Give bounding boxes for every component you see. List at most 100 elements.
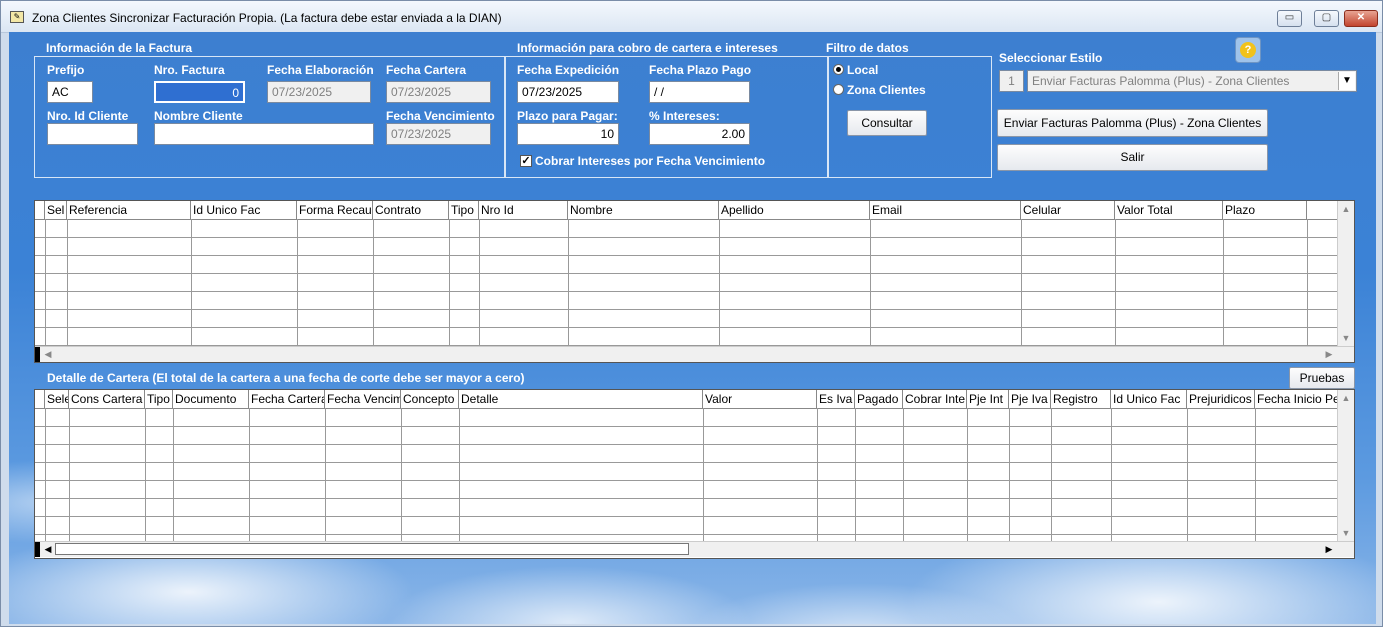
col-header[interactable]: Pagado bbox=[855, 390, 903, 408]
facturas-grid-hscroll[interactable]: ◀ ▶ bbox=[35, 346, 1354, 362]
col-header[interactable]: Cons Cartera bbox=[69, 390, 145, 408]
cobrar-intereses-checkbox[interactable]: ✓ bbox=[520, 155, 532, 167]
nro-factura-label: Nro. Factura bbox=[154, 63, 225, 77]
grid-row-selector-header bbox=[35, 390, 45, 408]
salir-button[interactable]: Salir bbox=[997, 144, 1268, 171]
scroll-up-icon[interactable]: ▲ bbox=[1339, 202, 1353, 216]
grid-line bbox=[1255, 408, 1256, 541]
col-header[interactable]: Es Iva bbox=[817, 390, 855, 408]
col-header[interactable]: Tipo bbox=[145, 390, 173, 408]
col-header[interactable]: Email bbox=[870, 201, 1021, 219]
col-header[interactable]: Referencia bbox=[67, 201, 191, 219]
col-header[interactable]: Fecha Vencim bbox=[325, 390, 401, 408]
scroll-right-icon[interactable]: ▶ bbox=[1322, 347, 1336, 361]
grid-line bbox=[69, 408, 70, 541]
col-header[interactable]: Contrato bbox=[373, 201, 449, 219]
cobrar-intereses-label: Cobrar Intereses por Fecha Vencimiento bbox=[535, 154, 766, 168]
col-header[interactable]: Nombre bbox=[568, 201, 719, 219]
col-header[interactable]: Prejuridicos bbox=[1187, 390, 1255, 408]
col-header[interactable]: Id Unico Fac bbox=[191, 201, 297, 219]
scroll-up-icon[interactable]: ▲ bbox=[1339, 391, 1353, 405]
scroll-thumb[interactable] bbox=[55, 543, 689, 555]
col-header[interactable]: Forma Recau bbox=[297, 201, 373, 219]
estilo-number: 1 bbox=[999, 70, 1024, 92]
col-header[interactable]: Documento bbox=[173, 390, 249, 408]
pruebas-button[interactable]: Pruebas bbox=[1289, 367, 1355, 389]
enviar-facturas-button[interactable]: Enviar Facturas Palomma (Plus) - Zona Cl… bbox=[997, 109, 1268, 137]
col-header[interactable]: Tipo bbox=[449, 201, 479, 219]
consultar-button[interactable]: Consultar bbox=[847, 110, 927, 136]
grid-line bbox=[1187, 408, 1188, 541]
cartera-grid[interactable]: Sele Cons Cartera Tipo Documento Fecha C… bbox=[34, 389, 1355, 559]
grid-line bbox=[35, 309, 1339, 310]
fecha-cartera-input[interactable]: 07/23/2025 bbox=[386, 81, 491, 103]
factura-section-title: Información de la Factura bbox=[46, 41, 193, 55]
prefijo-input[interactable]: AC bbox=[47, 81, 93, 103]
scroll-down-icon[interactable]: ▼ bbox=[1339, 526, 1353, 540]
help-button[interactable]: ? bbox=[1235, 37, 1261, 63]
col-header[interactable]: Celular bbox=[1021, 201, 1115, 219]
chevron-down-icon[interactable]: ▼ bbox=[1338, 72, 1355, 90]
title-bar[interactable]: ✎ Zona Clientes Sincronizar Facturación … bbox=[1, 1, 1382, 33]
grid-line bbox=[35, 327, 1339, 328]
col-header[interactable]: Plazo bbox=[1223, 201, 1307, 219]
prefijo-label: Prefijo bbox=[47, 63, 85, 77]
scroll-left-icon[interactable]: ◀ bbox=[41, 542, 55, 556]
fecha-plazo-input[interactable]: / / bbox=[649, 81, 750, 103]
col-header[interactable]: Valor Total bbox=[1115, 201, 1223, 219]
nro-id-cliente-input[interactable] bbox=[47, 123, 138, 145]
grid-line bbox=[35, 480, 1339, 481]
col-header[interactable]: Cobrar Inte bbox=[903, 390, 967, 408]
fecha-elaboracion-label: Fecha Elaboración bbox=[267, 63, 374, 77]
grid-line bbox=[35, 462, 1339, 463]
filtro-section-title: Filtro de datos bbox=[826, 41, 909, 55]
scroll-right-icon[interactable]: ▶ bbox=[1322, 542, 1336, 556]
col-header[interactable]: Fecha Cartera bbox=[249, 390, 325, 408]
nombre-cliente-label: Nombre Cliente bbox=[154, 109, 243, 123]
fecha-expedicion-input[interactable]: 07/23/2025 bbox=[517, 81, 619, 103]
facturas-grid[interactable]: Sel Referencia Id Unico Fac Forma Recau … bbox=[34, 200, 1355, 363]
client-area: Información de la Factura Prefijo AC Nro… bbox=[9, 32, 1376, 624]
nro-factura-input[interactable]: 0 bbox=[154, 81, 245, 103]
col-header[interactable]: Fecha Inicio Pe bbox=[1255, 390, 1339, 408]
grid-line bbox=[703, 408, 704, 541]
estilo-select[interactable]: Enviar Facturas Palomma (Plus) - Zona Cl… bbox=[1027, 70, 1357, 92]
scroll-thumb-marker bbox=[35, 542, 40, 557]
minimize-button[interactable]: ▭ bbox=[1277, 10, 1302, 27]
col-header[interactable]: Apellido bbox=[719, 201, 870, 219]
col-header[interactable]: Pje Iva bbox=[1009, 390, 1051, 408]
grid-line bbox=[967, 408, 968, 541]
facturas-grid-vscroll[interactable]: ▲ ▼ bbox=[1337, 201, 1354, 346]
app-icon: ✎ bbox=[10, 11, 24, 23]
close-button[interactable]: ✕ bbox=[1344, 10, 1378, 27]
scroll-down-icon[interactable]: ▼ bbox=[1339, 331, 1353, 345]
grid-line bbox=[35, 534, 1339, 535]
grid-line bbox=[35, 426, 1339, 427]
nro-id-cliente-label: Nro. Id Cliente bbox=[47, 109, 129, 123]
grid-line bbox=[249, 408, 250, 541]
col-header[interactable]: Id Unico Fac bbox=[1111, 390, 1187, 408]
col-header[interactable]: Nro Id bbox=[479, 201, 568, 219]
maximize-button[interactable]: ▢ bbox=[1314, 10, 1339, 27]
scroll-left-icon[interactable]: ◀ bbox=[41, 347, 55, 361]
fecha-vencimiento-input[interactable]: 07/23/2025 bbox=[386, 123, 491, 145]
nombre-cliente-input[interactable] bbox=[154, 123, 374, 145]
local-radio[interactable] bbox=[833, 64, 844, 75]
col-header[interactable]: Detalle bbox=[459, 390, 703, 408]
fecha-elaboracion-input[interactable]: 07/23/2025 bbox=[267, 81, 371, 103]
col-header[interactable]: Valor bbox=[703, 390, 817, 408]
fecha-expedicion-label: Fecha Expedición bbox=[517, 63, 620, 77]
col-header[interactable]: Pje Int bbox=[967, 390, 1009, 408]
intereses-input[interactable]: 2.00 bbox=[649, 123, 750, 145]
col-header[interactable]: Registro bbox=[1051, 390, 1111, 408]
cartera-grid-hscroll[interactable]: ◀ ▶ bbox=[35, 541, 1354, 557]
zona-clientes-radio[interactable] bbox=[833, 84, 844, 95]
col-header[interactable]: Sele bbox=[45, 390, 69, 408]
grid-line bbox=[401, 408, 402, 541]
local-radio-label: Local bbox=[847, 63, 879, 77]
col-header[interactable]: Sel bbox=[45, 201, 67, 219]
plazo-input[interactable]: 10 bbox=[517, 123, 619, 145]
grid-line bbox=[173, 408, 174, 541]
col-header[interactable]: Concepto bbox=[401, 390, 459, 408]
cartera-grid-vscroll[interactable]: ▲ ▼ bbox=[1337, 390, 1354, 541]
